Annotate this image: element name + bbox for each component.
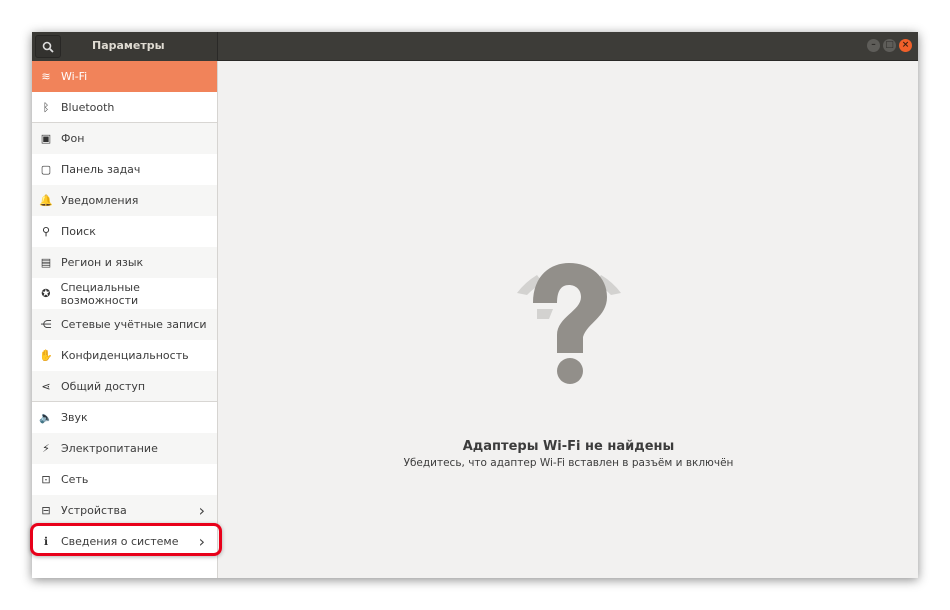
sidebar-item-background[interactable]: ▣ Фон <box>32 123 217 154</box>
network-icon: ⊡ <box>41 473 51 486</box>
sidebar-item-label: Электропитание <box>61 442 158 455</box>
wifi-icon: ≋ <box>41 70 51 83</box>
accessibility-icon: ✪ <box>41 287 51 300</box>
sidebar-item-label: Сетевые учётные записи <box>61 318 207 331</box>
highlight-annotation <box>30 523 222 556</box>
sidebar-item-label: Звук <box>61 411 88 424</box>
bluetooth-icon: ᛒ <box>42 100 50 114</box>
bell-icon: 🔔 <box>39 194 53 207</box>
dock-icon: ▢ <box>40 163 52 176</box>
header-bar: Параметры – □ × <box>32 32 918 61</box>
sidebar-item-wifi[interactable]: ≋ Wi-Fi <box>32 61 217 92</box>
search-button[interactable] <box>35 35 61 58</box>
sidebar-item-devices[interactable]: ⊟ Устройства › <box>32 495 217 526</box>
sidebar-item-label: Устройства <box>61 504 127 517</box>
background-icon: ▣ <box>40 132 52 145</box>
region-icon: ▤ <box>40 256 52 269</box>
speaker-icon: 🔈 <box>39 411 53 424</box>
sidebar: ≋ Wi-Fi ᛒ Bluetooth ▣ Фон ▢ Панель задач 🔔 Уведом… <box>32 61 218 578</box>
power-icon: ⚡ <box>42 442 50 455</box>
sidebar-item-label: Общий доступ <box>61 379 146 393</box>
search-icon: ⚲ <box>41 225 51 238</box>
sidebar-item-bluetooth[interactable]: ᛒ Bluetooth <box>32 92 217 123</box>
maximize-button[interactable]: □ <box>883 39 896 52</box>
settings-window: Параметры – □ × ≋ Wi-Fi ᛒ Bluetooth ▣ Фон ▢ Пан… <box>32 32 918 578</box>
share-icon: ⋖ <box>41 379 51 393</box>
empty-state-subtitle: Убедитесь, что адаптер Wi-Fi вставлен в … <box>403 457 734 469</box>
sidebar-item-online-accounts[interactable]: ⋲ Сетевые учётные записи <box>32 309 217 340</box>
sidebar-item-label: Регион и язык <box>61 256 144 269</box>
privacy-hand-icon: ✋ <box>39 349 53 362</box>
sidebar-item-label: Поиск <box>61 225 96 238</box>
sidebar-item-network[interactable]: ⊡ Сеть <box>32 464 217 495</box>
online-accounts-icon: ⋲ <box>40 318 52 331</box>
devices-icon: ⊟ <box>41 504 51 517</box>
sidebar-item-label: Bluetooth <box>61 100 115 114</box>
search-icon <box>42 41 54 53</box>
sidebar-item-share[interactable]: ⋖ Общий доступ <box>32 371 217 402</box>
sidebar-item-speaker[interactable]: 🔈 Звук <box>32 402 217 433</box>
sidebar-item-privacy-hand[interactable]: ✋ Конфиденциальность <box>32 340 217 371</box>
empty-state-title: Адаптеры Wi-Fi не найдены <box>462 439 675 454</box>
window-title: Параметры <box>92 39 165 52</box>
sidebar-item-label: Специальные возможности <box>60 280 140 307</box>
sidebar-item-search[interactable]: ⚲ Поиск <box>32 216 217 247</box>
sidebar-item-label: Сеть <box>61 473 89 486</box>
sidebar-item-label: Уведомления <box>61 194 139 207</box>
sidebar-item-region[interactable]: ▤ Регион и язык <box>32 247 217 278</box>
close-button[interactable]: × <box>899 39 912 52</box>
chevron-right-icon: › <box>198 501 205 520</box>
sidebar-item-dock[interactable]: ▢ Панель задач <box>32 154 217 185</box>
header-left: Параметры <box>32 32 218 61</box>
sidebar-item-label: Конфиденциальность <box>61 349 189 362</box>
sidebar-item-label: Wi-Fi <box>61 70 88 83</box>
sidebar-item-power[interactable]: ⚡ Электропитание <box>32 433 217 464</box>
sidebar-item-label: Панель задач <box>61 163 141 176</box>
main-panel: Адаптеры Wi-Fi не найдены Убедитесь, что… <box>219 61 918 578</box>
wifi-question-icon <box>517 263 621 384</box>
sidebar-item-accessibility[interactable]: ✪ Специальные возможности <box>32 278 217 309</box>
minimize-button[interactable]: – <box>867 39 880 52</box>
sidebar-item-label: Фон <box>61 132 85 145</box>
sidebar-item-bell[interactable]: 🔔 Уведомления <box>32 185 217 216</box>
